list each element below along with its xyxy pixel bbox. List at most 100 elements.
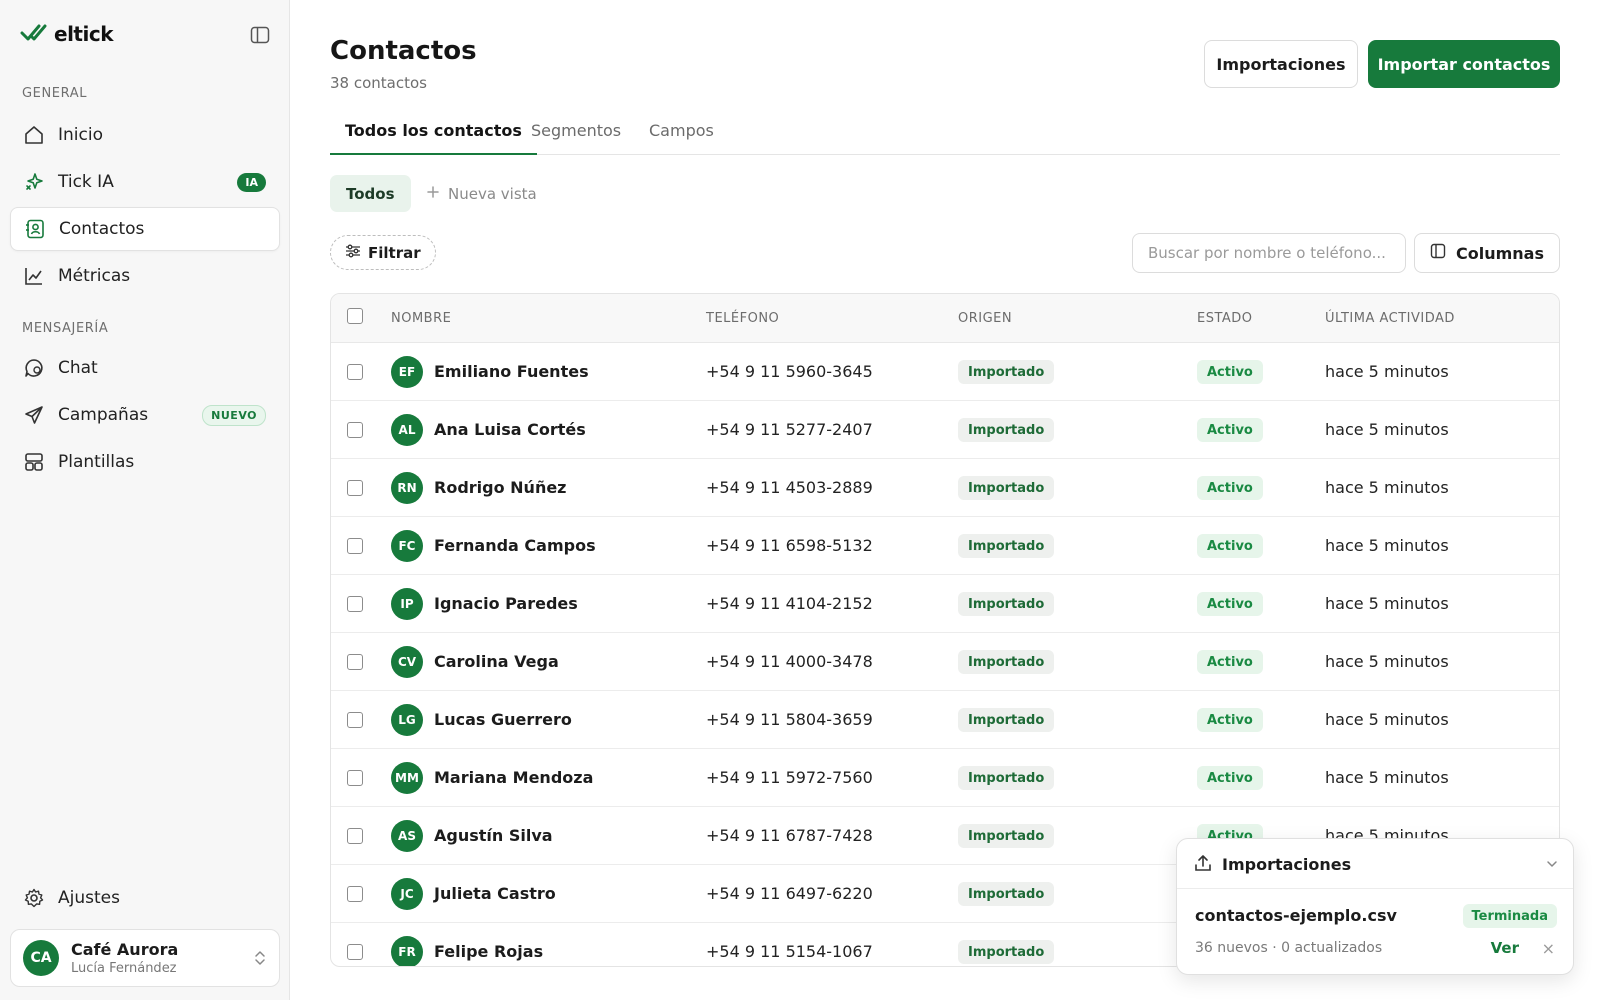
contact-name[interactable]: Agustín Silva <box>434 826 553 845</box>
avatar: AL <box>391 414 423 446</box>
sidebar-item-label: Tick IA <box>58 172 114 192</box>
tab-todos-los-contactos[interactable]: Todos los contactos <box>330 115 537 155</box>
double-check-icon <box>20 22 48 46</box>
table-row[interactable]: AL Ana Luisa Cortés +54 9 11 5277-2407 Impo… <box>331 401 1559 459</box>
table-row[interactable]: RN Rodrigo Núñez +54 9 11 4503-2889 Importa… <box>331 459 1559 517</box>
avatar: FC <box>391 530 423 562</box>
gear-icon <box>22 886 46 910</box>
avatar: JC <box>391 878 423 910</box>
sidebar-item-label: Métricas <box>58 266 131 286</box>
row-checkbox[interactable] <box>347 480 363 496</box>
origin-badge: Importado <box>958 592 1055 616</box>
sidebar-item-plantillas[interactable]: Plantillas <box>10 440 280 484</box>
column-header-ultima-actividad[interactable]: ÚLTIMA ACTIVIDAD <box>1325 311 1455 326</box>
sidebar-item-chat[interactable]: Chat <box>10 346 280 390</box>
column-header-estado[interactable]: ESTADO <box>1197 311 1253 326</box>
import-contacts-button[interactable]: Importar contactos <box>1368 40 1560 88</box>
table-row[interactable]: IP Ignacio Paredes +54 9 11 4104-2152 Impor… <box>331 575 1559 633</box>
contact-name[interactable]: Ignacio Paredes <box>434 594 578 613</box>
sidebar-item-label: Contactos <box>59 219 145 239</box>
page-title: Contactos <box>330 36 477 66</box>
send-icon <box>22 403 46 427</box>
sidebar-item-inicio[interactable]: Inicio <box>10 113 280 157</box>
sidebar-item-label: Ajustes <box>58 888 120 908</box>
contact-name[interactable]: Mariana Mendoza <box>434 768 593 787</box>
contact-name[interactable]: Fernanda Campos <box>434 536 596 555</box>
sidebar-item-ajustes[interactable]: Ajustes <box>10 876 280 920</box>
contact-phone: +54 9 11 4000-3478 <box>706 652 873 671</box>
status-badge: Activo <box>1197 592 1263 616</box>
sidebar-item-contactos[interactable]: Contactos <box>10 207 280 251</box>
account-switcher[interactable]: CA Café Aurora Lucía Fernández <box>10 929 280 987</box>
row-checkbox[interactable] <box>347 654 363 670</box>
status-badge: Activo <box>1197 360 1263 384</box>
table-row[interactable]: FC Fernanda Campos +54 9 11 6598-5132 Impor… <box>331 517 1559 575</box>
table-row[interactable]: CV Carolina Vega +54 9 11 4000-3478 Importa… <box>331 633 1559 691</box>
contact-name[interactable]: Rodrigo Núñez <box>434 478 567 497</box>
sidebar-item-campanas[interactable]: Campañas NUEVO <box>10 393 280 437</box>
sidebar-item-label: Plantillas <box>58 452 135 472</box>
sidebar-toggle-button[interactable] <box>248 25 272 49</box>
filter-button[interactable]: Filtrar <box>330 235 436 270</box>
section-label-mensajeria: MENSAJERÍA <box>22 321 109 336</box>
column-header-nombre[interactable]: NOMBRE <box>391 311 451 326</box>
row-checkbox[interactable] <box>347 422 363 438</box>
row-checkbox[interactable] <box>347 596 363 612</box>
sidebar-panel-icon <box>250 26 270 48</box>
avatar: CA <box>23 940 59 976</box>
contact-phone: +54 9 11 6787-7428 <box>706 826 873 845</box>
sidebar-item-metricas[interactable]: Métricas <box>10 254 280 298</box>
imports-button[interactable]: Importaciones <box>1204 40 1358 88</box>
select-all-checkbox[interactable] <box>347 308 363 324</box>
table-header: NOMBRE TELÉFONO ORIGEN ESTADO ÚLTIMA ACT… <box>331 294 1559 343</box>
ia-badge: IA <box>237 172 266 192</box>
table-row[interactable]: EF Emiliano Fuentes +54 9 11 5960-3645 Impo… <box>331 343 1559 401</box>
row-checkbox[interactable] <box>347 712 363 728</box>
columns-button[interactable]: Columnas <box>1414 233 1560 273</box>
tab-segmentos[interactable]: Segmentos <box>516 115 636 155</box>
chevron-down-icon[interactable] <box>1545 856 1559 875</box>
contact-name[interactable]: Felipe Rojas <box>434 942 543 961</box>
row-checkbox[interactable] <box>347 944 363 960</box>
new-badge: NUEVO <box>202 404 266 426</box>
contact-phone: +54 9 11 6598-5132 <box>706 536 873 555</box>
last-activity: hace 5 minutos <box>1325 362 1449 381</box>
row-checkbox[interactable] <box>347 828 363 844</box>
row-checkbox[interactable] <box>347 886 363 902</box>
origin-badge: Importado <box>958 708 1055 732</box>
sidebar-item-label: Campañas <box>58 405 149 425</box>
close-icon[interactable]: × <box>1542 939 1555 958</box>
row-checkbox[interactable] <box>347 538 363 554</box>
last-activity: hace 5 minutos <box>1325 768 1449 787</box>
status-badge: Activo <box>1197 708 1263 732</box>
contact-phone: +54 9 11 5154-1067 <box>706 942 873 961</box>
contact-name[interactable]: Emiliano Fuentes <box>434 362 589 381</box>
contact-name[interactable]: Ana Luisa Cortés <box>434 420 586 439</box>
contact-name[interactable]: Julieta Castro <box>434 884 556 903</box>
row-checkbox[interactable] <box>347 364 363 380</box>
home-icon <box>22 123 46 147</box>
account-user: Lucía Fernández <box>71 961 177 976</box>
column-header-telefono[interactable]: TELÉFONO <box>706 311 779 326</box>
sidebar-item-tick-ia[interactable]: Tick IA IA <box>10 160 280 204</box>
new-view-button[interactable]: Nueva vista <box>426 175 537 212</box>
imports-panel-header[interactable]: Importaciones <box>1177 839 1573 889</box>
row-checkbox[interactable] <box>347 770 363 786</box>
tab-bar: Todos los contactos Segmentos Campos <box>330 115 1560 155</box>
search-input[interactable] <box>1132 233 1406 273</box>
contact-name[interactable]: Carolina Vega <box>434 652 559 671</box>
view-chip-todos[interactable]: Todos <box>330 175 411 212</box>
avatar: LG <box>391 704 423 736</box>
brand-logo[interactable]: eltick <box>20 22 114 46</box>
contact-name[interactable]: Lucas Guerrero <box>434 710 572 729</box>
table-row[interactable]: MM Mariana Mendoza +54 9 11 5972-7560 Impor… <box>331 749 1559 807</box>
column-header-origen[interactable]: ORIGEN <box>958 311 1012 326</box>
filter-label: Filtrar <box>368 243 421 262</box>
sidebar-item-label: Chat <box>58 358 98 378</box>
chevron-up-down-icon <box>253 949 267 971</box>
tab-campos[interactable]: Campos <box>634 115 729 155</box>
table-row[interactable]: LG Lucas Guerrero +54 9 11 5804-3659 Import… <box>331 691 1559 749</box>
imports-panel-title: Importaciones <box>1222 855 1352 874</box>
view-import-link[interactable]: Ver <box>1491 939 1519 957</box>
status-badge: Activo <box>1197 766 1263 790</box>
